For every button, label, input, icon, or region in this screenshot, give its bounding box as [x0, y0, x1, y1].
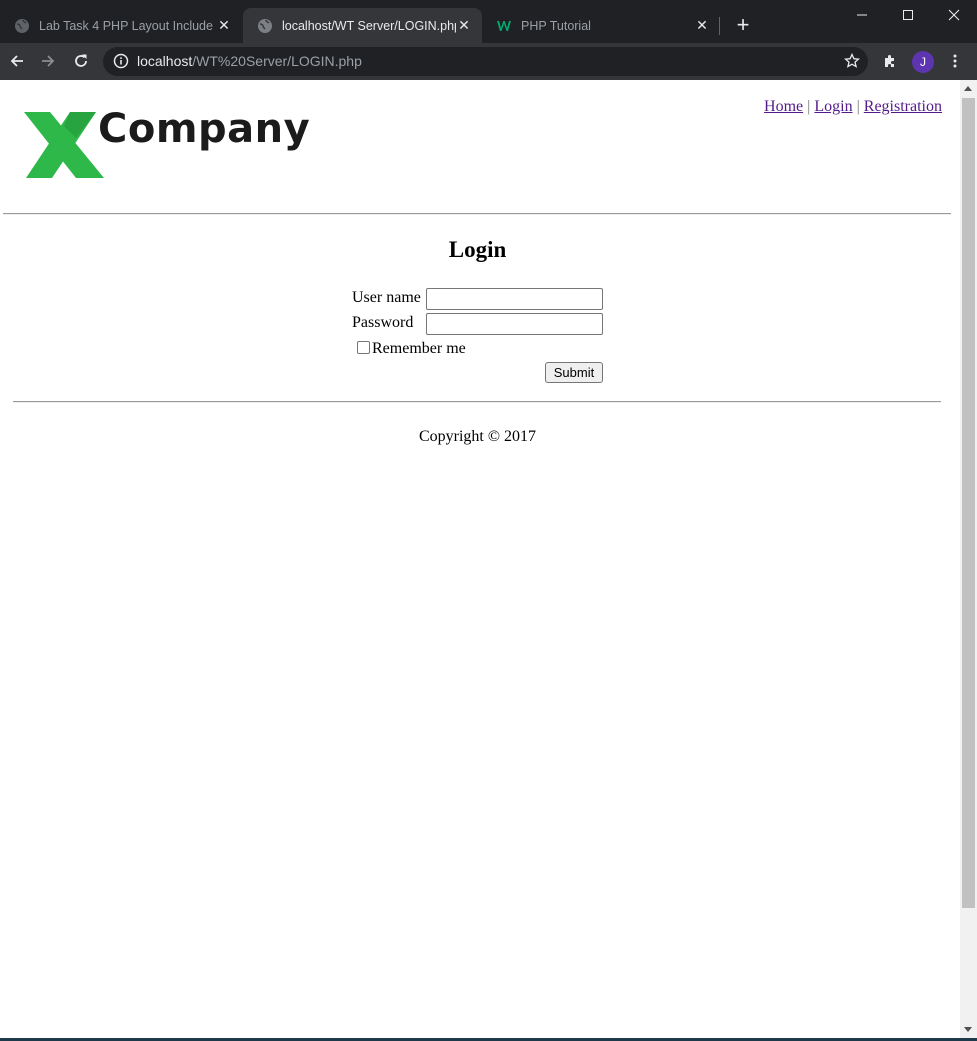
w3schools-icon [497, 20, 511, 31]
close-tab-icon[interactable]: ✕ [694, 17, 710, 34]
page-viewport: Company Home | Login | Registration Logi… [0, 80, 960, 1038]
reload-icon[interactable] [68, 48, 94, 74]
minimize-icon[interactable] [839, 0, 885, 30]
browser-toolbar: localhost/WT%20Server/LOGIN.php J [0, 43, 977, 80]
nav-login-link[interactable]: Login [814, 98, 852, 115]
profile-avatar[interactable]: J [912, 51, 934, 73]
remember-me-checkbox[interactable] [357, 341, 370, 354]
globe-icon [258, 18, 272, 33]
bookmark-star-icon[interactable] [844, 53, 860, 69]
password-label: Password [352, 314, 414, 331]
tab-lab-task[interactable]: Lab Task 4 PHP Layout Include Re ✕ [0, 8, 242, 43]
address-bar[interactable]: localhost/WT%20Server/LOGIN.php [103, 47, 868, 76]
top-navigation: Home | Login | Registration [764, 98, 942, 116]
tab-title: PHP Tutorial [521, 18, 591, 33]
tab-strip: Lab Task 4 PHP Layout Include Re ✕ local… [0, 0, 977, 43]
tab-title: localhost/WT Server/LOGIN.php [282, 18, 456, 33]
menu-kebab-icon[interactable] [942, 48, 968, 74]
submit-button[interactable]: Submit [545, 362, 603, 383]
tab-title: Lab Task 4 PHP Layout Include Re [39, 18, 216, 33]
maximize-icon[interactable] [885, 0, 931, 30]
logo-text: Company [98, 106, 311, 152]
nav-home-link[interactable]: Home [764, 98, 803, 115]
page-scrollbar[interactable] [960, 80, 977, 1038]
new-tab-icon[interactable]: + [731, 13, 755, 37]
x-logo-mark [24, 112, 104, 178]
nav-separator: | [856, 98, 860, 115]
footer-divider [13, 401, 941, 403]
forward-arrow-icon[interactable] [35, 48, 61, 74]
globe-icon [15, 18, 29, 33]
nav-registration-link[interactable]: Registration [864, 98, 942, 115]
close-window-icon[interactable] [931, 0, 977, 30]
tab-php-tutorial[interactable]: PHP Tutorial ✕ [482, 8, 720, 43]
close-tab-icon[interactable]: ✕ [456, 17, 472, 34]
info-icon[interactable] [113, 53, 129, 69]
nav-separator: | [807, 98, 811, 115]
company-logo: Company [24, 106, 310, 185]
url-path: /WT%20Server/LOGIN.php [192, 53, 362, 69]
tab-login-active[interactable]: localhost/WT Server/LOGIN.php ✕ [243, 8, 482, 43]
url-host: localhost [137, 53, 193, 69]
tab-separator [719, 17, 720, 35]
username-label: User name [352, 289, 421, 306]
close-tab-icon[interactable]: ✕ [216, 17, 232, 34]
scroll-up-arrow-icon[interactable] [964, 86, 972, 91]
scrollbar-thumb[interactable] [962, 98, 975, 908]
back-arrow-icon[interactable] [4, 48, 30, 74]
password-input[interactable] [426, 313, 603, 335]
extensions-puzzle-icon[interactable] [877, 48, 903, 74]
copyright-footer: Copyright © 2017 [418, 428, 537, 445]
username-input[interactable] [426, 288, 603, 310]
header-divider [3, 213, 951, 215]
url-text[interactable]: localhost/WT%20Server/LOGIN.php [137, 53, 362, 69]
remember-me-label: Remember me [372, 340, 466, 357]
login-heading: Login [448, 237, 507, 262]
scroll-down-arrow-icon[interactable] [964, 1027, 972, 1032]
